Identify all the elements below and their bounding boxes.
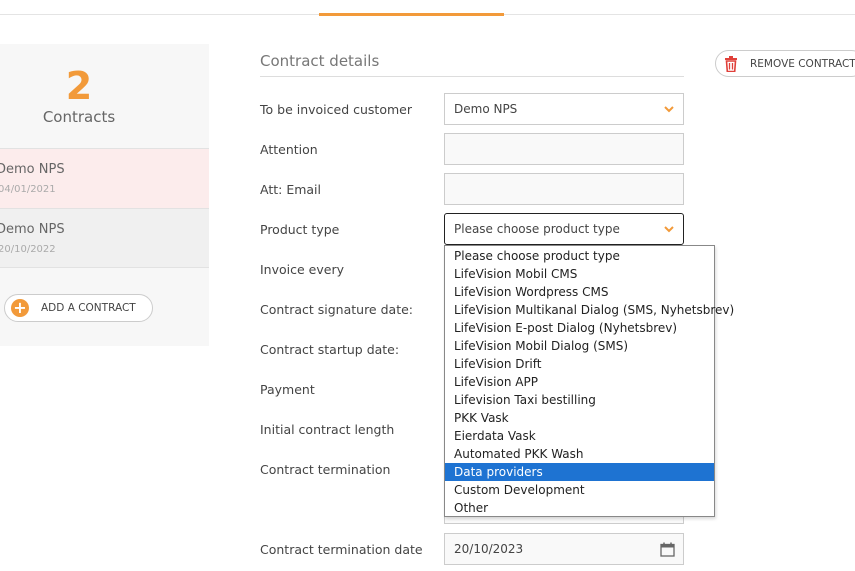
invoice-every-label: Invoice every: [260, 262, 344, 277]
startup-date-label: Contract startup date:: [260, 342, 400, 357]
contract-list-item[interactable]: Demo NPS 04/01/2021: [0, 148, 209, 208]
product-option[interactable]: Eierdata Vask: [445, 427, 714, 445]
product-option[interactable]: LifeVision Mobil Dialog (SMS): [445, 337, 714, 355]
customer-value: Demo NPS: [454, 102, 518, 116]
section-title: Contract details: [260, 52, 380, 70]
product-option[interactable]: Custom Development: [445, 481, 714, 499]
product-option[interactable]: Please choose product type: [445, 247, 714, 265]
section-divider: [260, 76, 684, 77]
remove-contract-button[interactable]: REMOVE CONTRACT: [715, 50, 855, 77]
attention-label: Attention: [260, 142, 318, 157]
product-type-value: Please choose product type: [454, 222, 620, 236]
contract-name: Demo NPS: [0, 162, 65, 177]
payment-label: Payment: [260, 382, 315, 397]
termination-date-label: Contract termination date: [260, 542, 423, 557]
add-contract-button[interactable]: + ADD A CONTRACT: [4, 294, 153, 322]
product-option[interactable]: LifeVision Multikanal Dialog (SMS, Nyhet…: [445, 301, 734, 319]
contract-date: 04/01/2021: [0, 184, 56, 195]
customer-label: To be invoiced customer: [260, 102, 412, 117]
add-contract-label: ADD A CONTRACT: [41, 302, 136, 314]
contracts-sidebar: 2 Contracts Demo NPS 04/01/2021 Demo NPS…: [0, 44, 209, 346]
product-option[interactable]: LifeVision E-post Dialog (Nyhetsbrev): [445, 319, 714, 337]
product-option[interactable]: Other: [445, 499, 714, 517]
contract-list-item[interactable]: Demo NPS 20/10/2022: [0, 208, 209, 268]
signature-date-label: Contract signature date:: [260, 302, 413, 317]
contract-count: 2: [65, 64, 93, 108]
contract-date: 20/10/2022: [0, 244, 56, 255]
product-option[interactable]: LifeVision APP: [445, 373, 714, 391]
product-type-label: Product type: [260, 222, 340, 237]
product-option[interactable]: Lifevision Taxi bestilling: [445, 391, 714, 409]
product-option[interactable]: LifeVision Mobil CMS: [445, 265, 714, 283]
chevron-down-icon: [664, 106, 674, 113]
contract-count-label: Contracts: [42, 108, 116, 126]
att-email-input[interactable]: [444, 173, 684, 205]
attention-input[interactable]: [444, 133, 684, 165]
product-type-dropdown[interactable]: Please choose product type LifeVision Mob…: [444, 245, 734, 517]
contract-name: Demo NPS: [0, 222, 65, 237]
plus-icon: +: [11, 299, 29, 317]
initial-length-label: Initial contract length: [260, 422, 395, 437]
att-email-label: Att: Email: [260, 182, 321, 197]
termination-date-value: 20/10/2023: [454, 542, 524, 556]
active-tab-indicator: [319, 13, 504, 16]
termination-date-input[interactable]: 20/10/2023: [444, 533, 684, 565]
remove-contract-label: REMOVE CONTRACT: [750, 58, 855, 70]
product-option[interactable]: PKK Vask: [445, 409, 714, 427]
trash-icon: [725, 56, 737, 72]
calendar-icon: [660, 542, 675, 557]
termination-label: Contract termination: [260, 462, 391, 477]
chevron-down-icon: [664, 226, 674, 233]
product-option[interactable]: Data providers: [445, 463, 714, 481]
product-option[interactable]: LifeVision Drift: [445, 355, 714, 373]
product-option[interactable]: Automated PKK Wash: [445, 445, 714, 463]
product-option[interactable]: LifeVision Wordpress CMS: [445, 283, 714, 301]
customer-select[interactable]: Demo NPS: [444, 93, 684, 125]
product-type-select[interactable]: Please choose product type: [444, 213, 684, 245]
